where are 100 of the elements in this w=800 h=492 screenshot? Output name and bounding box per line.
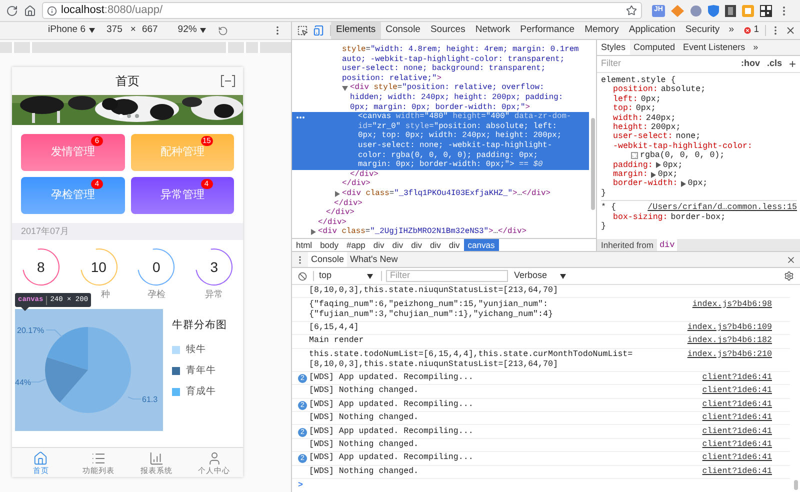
property-value: 0px;: [636, 104, 656, 114]
close-icon[interactable]: [786, 254, 796, 264]
devtools-tab[interactable]: Elements: [331, 22, 381, 39]
star-icon[interactable]: [626, 5, 637, 16]
source-link[interactable]: client?1de6:41: [702, 386, 790, 396]
console-message: [WDS] App updated. Recompiling...: [309, 453, 474, 464]
source-link[interactable]: index.js?b4b6:210: [687, 350, 790, 360]
context-select[interactable]: top: [319, 269, 377, 283]
error-icon[interactable]: [742, 26, 752, 35]
console-prompt[interactable]: >: [292, 480, 790, 491]
devtools-tab[interactable]: Security: [680, 22, 725, 39]
property-name: -webkit-tap-highlight-color:: [613, 142, 752, 151]
source-link[interactable]: /Users/crifan/d…common.less:15: [648, 203, 797, 213]
collapse-icon[interactable]: [221, 75, 235, 87]
expand-triangle-icon[interactable]: [650, 172, 656, 178]
source-link[interactable]: client?1de6:41: [702, 466, 790, 477]
breadcrumb-item[interactable]: div: [407, 239, 426, 251]
device-toolbar-icon[interactable]: [313, 25, 324, 36]
devtools-tab[interactable]: Application: [624, 22, 680, 39]
breadcrumb-item[interactable]: div: [444, 239, 464, 251]
breadcrumb-item[interactable]: html: [292, 239, 316, 251]
new-rule-button[interactable]: +: [788, 55, 796, 73]
devtools-tab[interactable]: Sources: [425, 22, 470, 39]
source-link[interactable]: client?1de6:41: [702, 453, 790, 464]
breadcrumb-item[interactable]: div: [426, 239, 445, 251]
console-message: [WDS] Nothing changed.: [309, 440, 420, 450]
hover-toggle[interactable]: :hov: [740, 57, 760, 71]
property-value: none;: [676, 132, 701, 142]
shield-extension-icon[interactable]: [708, 4, 719, 16]
pie-label: 20.17%: [17, 326, 44, 335]
qr-code-icon[interactable]: [760, 4, 772, 16]
expand-triangle-icon[interactable]: [680, 181, 686, 188]
home-icon[interactable]: [24, 4, 36, 16]
error-count[interactable]: 1: [754, 23, 759, 38]
clear-console-icon[interactable]: [298, 272, 307, 280]
caret-icon: [200, 28, 206, 33]
styles-tab[interactable]: Event Listeners: [679, 40, 750, 55]
source-link[interactable]: index.js?b4b6:98: [692, 300, 790, 310]
filter-field[interactable]: Filter: [386, 270, 508, 282]
selection-highlight[interactable]: [292, 112, 589, 170]
level-select[interactable]: Verbose: [514, 269, 566, 283]
address-bar[interactable]: localhost:8080/uapp/: [42, 2, 642, 19]
source-link[interactable]: client?1de6:41: [702, 413, 790, 424]
breadcrumb-item[interactable]: #app: [342, 239, 370, 251]
breadcrumb-item[interactable]: canvas: [464, 239, 499, 251]
color-swatch-icon[interactable]: [631, 152, 638, 160]
tree-toggle-icon[interactable]: [310, 229, 316, 236]
bar-chart-icon: [148, 450, 164, 466]
width-field[interactable]: 375: [106, 23, 122, 38]
console-message: [6,15,4,4]: [309, 322, 360, 333]
inherited-tag[interactable]: div: [657, 238, 677, 252]
close-icon[interactable]: [785, 25, 796, 36]
console-message: Main render: [309, 336, 365, 346]
breadcrumb-item[interactable]: body: [316, 239, 342, 251]
devtools-tab[interactable]: Network: [470, 22, 516, 39]
expand-triangle-icon[interactable]: [656, 162, 661, 168]
source-link[interactable]: client?1de6:41: [702, 400, 790, 410]
scrollbar-thumb[interactable]: [590, 118, 594, 210]
source-link[interactable]: client?1de6:41: [702, 426, 790, 437]
breadcrumb-item[interactable]: div: [388, 239, 408, 251]
property-name: height:: [613, 123, 648, 132]
property-name: top:: [613, 104, 633, 114]
tree-toggle-icon[interactable]: [334, 190, 340, 197]
url-text: localhost:8080/uapp/: [61, 3, 164, 18]
tree-toggle-icon[interactable]: [342, 85, 348, 92]
devtools-tab[interactable]: Console: [380, 22, 426, 39]
property-name: left:: [613, 94, 638, 104]
ellipsis-icon[interactable]: [296, 116, 305, 120]
legend-label: 青年牛: [186, 364, 216, 378]
settings-icon[interactable]: [784, 271, 794, 281]
reload-icon[interactable]: [6, 4, 18, 16]
scrollbar-thumb[interactable]: [794, 480, 798, 490]
zoom-select[interactable]: 92%: [178, 23, 206, 38]
source-link[interactable]: index.js?b4b6:182: [687, 336, 790, 346]
info-icon[interactable]: [47, 6, 57, 16]
breadcrumb-item[interactable]: div: [369, 239, 388, 251]
inspect-icon[interactable]: [297, 25, 308, 36]
source-link[interactable]: index.js?b4b6:109: [687, 322, 790, 333]
height-field[interactable]: 667: [142, 23, 158, 38]
devtools-tab[interactable]: Performance: [515, 22, 580, 39]
more-tabs-button[interactable]: »: [724, 23, 738, 38]
property-value: border-box;: [670, 212, 726, 222]
property-value: 0px;: [640, 94, 661, 104]
circle-extension-icon[interactable]: [690, 4, 702, 16]
source-link[interactable]: client?1de6:41: [702, 440, 790, 450]
filter-field[interactable]: Filter: [601, 57, 741, 71]
rotate-icon[interactable]: [218, 26, 228, 36]
stat-value: 8: [36, 258, 45, 276]
drawer-tab[interactable]: What's New: [347, 252, 401, 267]
film-extension-icon[interactable]: [725, 4, 736, 16]
class-toggle[interactable]: .cls: [766, 57, 782, 71]
drawer-tab[interactable]: Console: [308, 252, 348, 267]
devtools-tab[interactable]: Memory: [580, 22, 624, 39]
property-value: 0px;: [658, 170, 678, 180]
device-select[interactable]: iPhone 6: [48, 23, 95, 38]
console-message: [WDS] Nothing changed.: [309, 386, 420, 396]
more-tabs-button[interactable]: »: [749, 40, 762, 55]
styles-tab[interactable]: Computed: [630, 40, 680, 55]
source-link[interactable]: client?1de6:41: [702, 373, 790, 384]
styles-tab[interactable]: Styles: [597, 40, 630, 55]
